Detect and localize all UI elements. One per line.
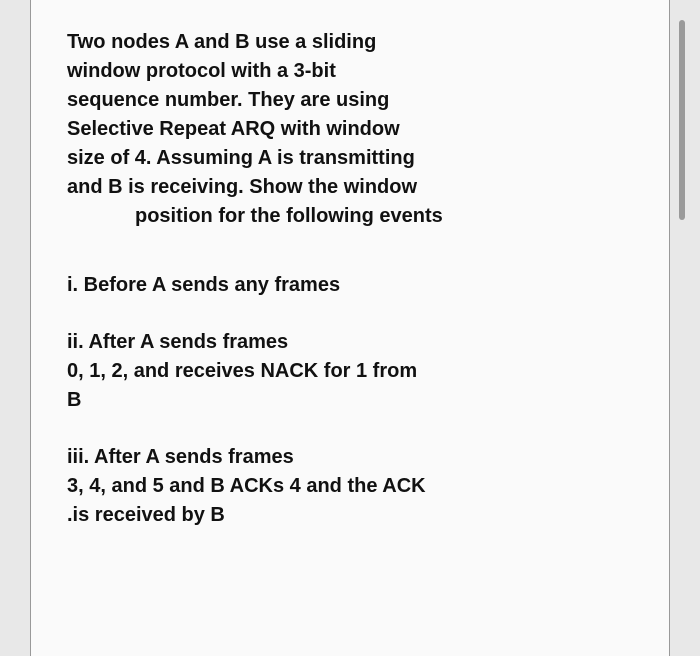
scrollbar-thumb[interactable] [679,20,685,220]
item-line: B [67,389,81,411]
item-line: iii. After A sends frames [67,446,294,468]
intro-line: window protocol with a 3-bit [67,60,336,82]
document-page: Two nodes A and B use a sliding window p… [30,0,670,656]
question-item-iii: iii. After A sends frames 3, 4, and 5 an… [67,443,633,530]
intro-indent-line: position for the following events [67,202,633,231]
item-line: 0, 1, 2, and receives NACK for 1 from [67,360,417,382]
intro-line: size of 4. Assuming A is transmitting [67,147,415,169]
item-line: 3, 4, and 5 and B ACKs 4 and the ACK [67,475,426,497]
question-item-ii: ii. After A sends frames 0, 1, 2, and re… [67,328,633,415]
item-line: ii. After A sends frames [67,331,288,353]
question-intro: Two nodes A and B use a sliding window p… [67,28,633,231]
intro-line: and B is receiving. Show the window [67,176,417,198]
question-item-i: i. Before A sends any frames [67,271,633,300]
scrollbar[interactable] [679,0,687,280]
intro-line: sequence number. They are using [67,89,389,111]
intro-line: Selective Repeat ARQ with window [67,118,400,140]
item-label: i. Before A sends any frames [67,274,340,296]
intro-line: Two nodes A and B use a sliding [67,31,376,53]
item-line: .is received by B [67,504,225,526]
